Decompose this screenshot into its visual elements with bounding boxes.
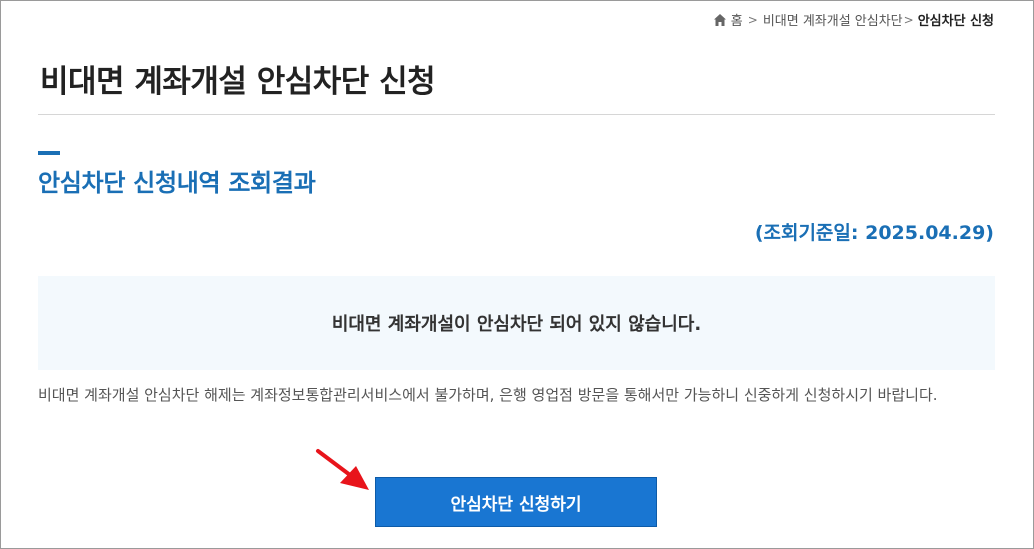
page-title: 비대면 계좌개설 안심차단 신청: [40, 64, 436, 100]
breadcrumb-home-link[interactable]: 홈: [731, 10, 743, 29]
result-box: 비대면 계좌개설이 안심차단 되어 있지 않습니다.: [38, 276, 995, 370]
breadcrumb: 홈 > 비대면 계좌개설 안심차단 > 안심차단 신청: [713, 10, 994, 29]
breadcrumb-level1-link[interactable]: 비대면 계좌개설 안심차단: [763, 10, 903, 29]
section-title: 안심차단 신청내역 조회결과: [38, 169, 316, 197]
reference-date: (조회기준일: 2025.04.29): [754, 222, 994, 244]
red-arrow-icon: [316, 449, 369, 490]
chevron-right-icon: >: [903, 12, 914, 27]
apply-block-button[interactable]: 안심차단 신청하기: [375, 477, 657, 527]
result-message: 비대면 계좌개설이 안심차단 되어 있지 않습니다.: [331, 314, 702, 335]
breadcrumb-current: 안심차단 신청: [917, 14, 994, 29]
home-icon[interactable]: [713, 13, 727, 27]
chevron-right-icon: >: [747, 12, 758, 27]
section-accent-bar: [38, 151, 60, 155]
notice-text: 비대면 계좌개설 안심차단 해제는 계좌정보통합관리서비스에서 불가하며, 은행…: [38, 386, 938, 404]
title-divider: [38, 114, 995, 115]
